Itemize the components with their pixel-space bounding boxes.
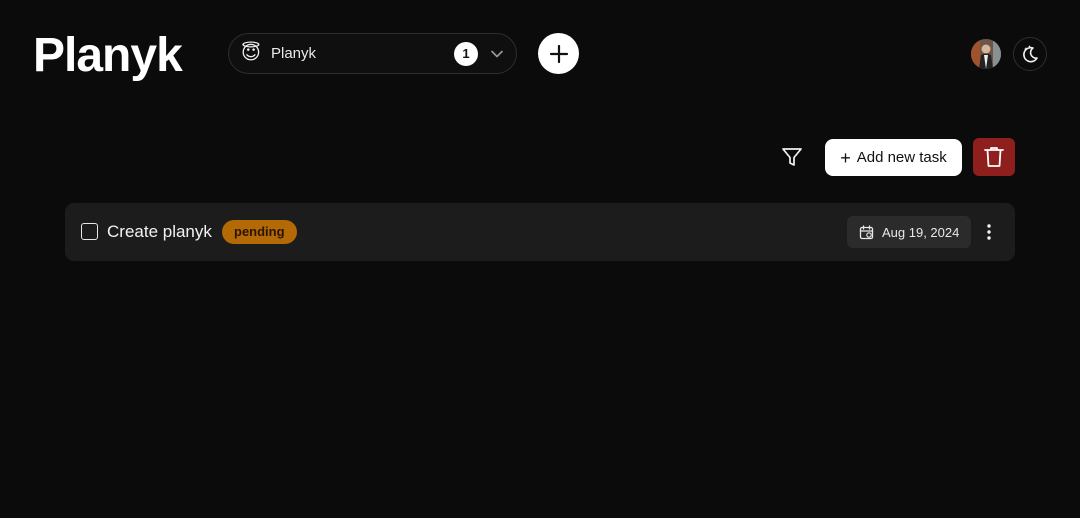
more-vertical-icon bbox=[987, 224, 991, 240]
plus-icon: + bbox=[840, 147, 851, 168]
task-checkbox[interactable] bbox=[81, 223, 98, 240]
calendar-icon bbox=[859, 224, 874, 239]
status-badge: pending bbox=[222, 220, 297, 244]
task-title: Create planyk bbox=[107, 222, 212, 241]
trash-icon bbox=[984, 147, 1004, 167]
add-project-button[interactable] bbox=[538, 33, 579, 74]
due-date-button[interactable]: Aug 19, 2024 bbox=[847, 216, 971, 248]
theme-toggle-button[interactable] bbox=[1013, 37, 1047, 71]
app-root: Planyk 😇 Planyk 1 + Add new task Create … bbox=[0, 0, 1080, 518]
filter-button[interactable] bbox=[777, 142, 807, 172]
filter-icon bbox=[782, 148, 802, 166]
project-name: Planyk bbox=[271, 45, 317, 62]
task-more-button[interactable] bbox=[979, 219, 999, 245]
moon-icon bbox=[1023, 45, 1038, 63]
plus-icon bbox=[549, 44, 568, 63]
project-task-count-badge: 1 bbox=[454, 41, 478, 66]
due-date-text: Aug 19, 2024 bbox=[882, 224, 960, 240]
add-new-task-button[interactable]: + Add new task bbox=[825, 139, 962, 176]
add-new-task-label: Add new task bbox=[856, 149, 947, 166]
chevron-down-icon bbox=[490, 47, 504, 61]
project-selector[interactable]: 😇 Planyk 1 bbox=[228, 33, 517, 74]
delete-tasks-button[interactable] bbox=[973, 138, 1015, 176]
app-logo-title: Planyk bbox=[33, 29, 183, 82]
project-emoji-icon: 😇 bbox=[241, 42, 261, 64]
task-row[interactable]: Create planyk pending Aug 19, 2024 bbox=[65, 203, 1015, 261]
user-avatar[interactable] bbox=[971, 39, 1001, 69]
